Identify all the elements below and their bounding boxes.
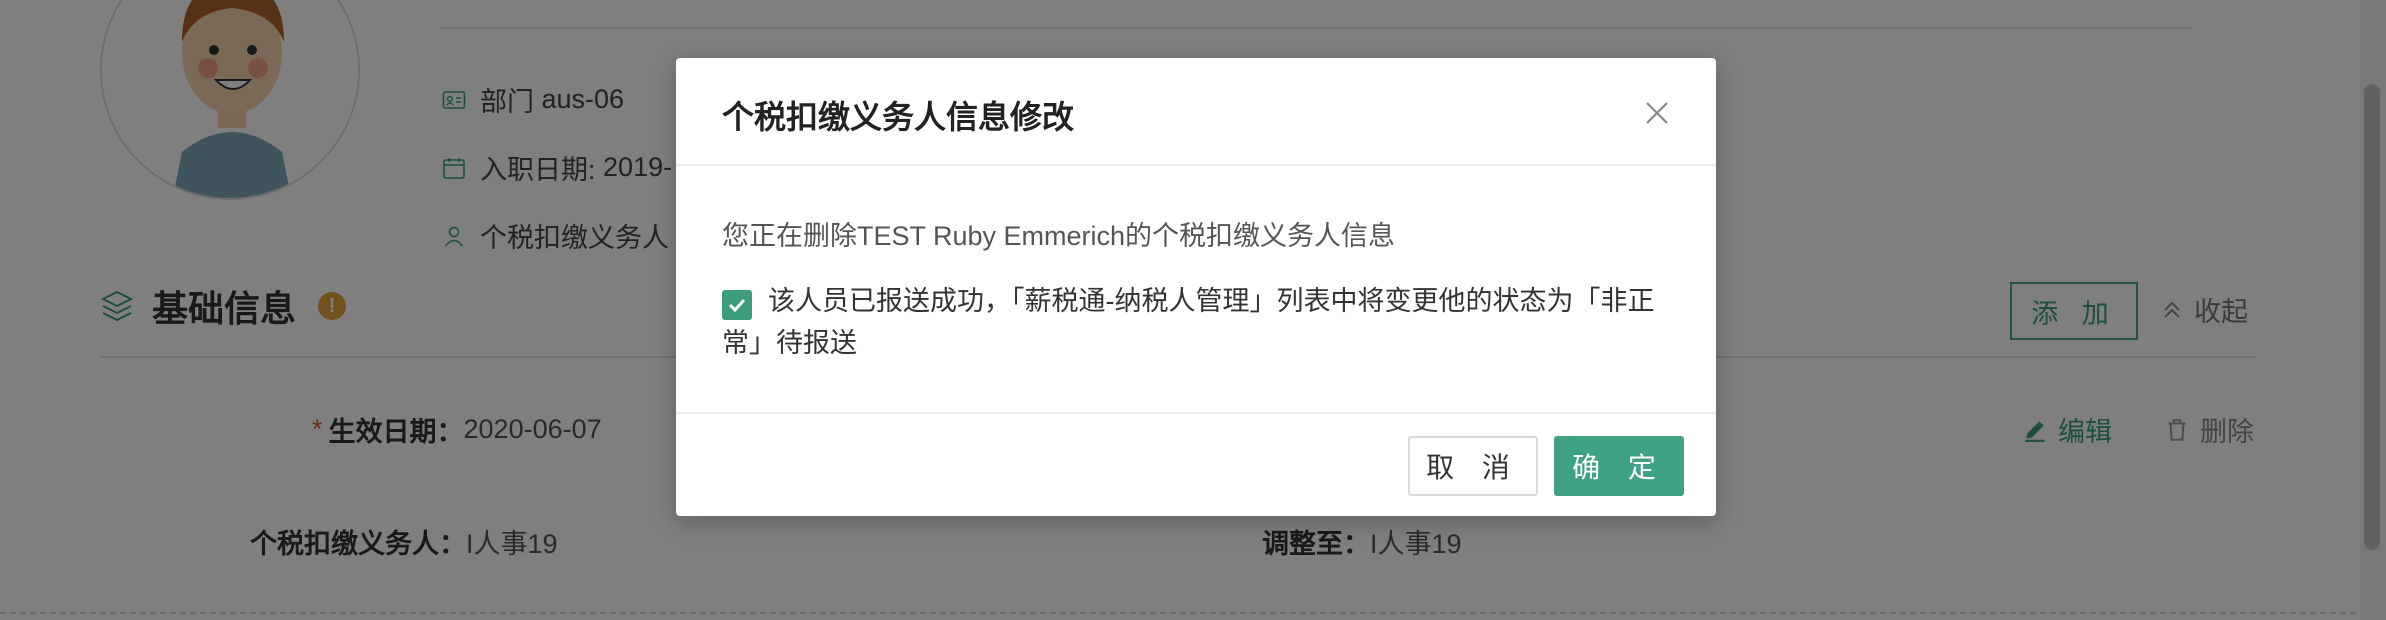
confirm-button[interactable]: 确 定 — [1554, 436, 1684, 496]
close-icon[interactable] — [1642, 98, 1672, 128]
report-status-text: 该人员已报送成功，「薪税通-纳税人管理」列表中将变更他的状态为「非正常」待报送 — [722, 286, 1655, 358]
check-icon — [728, 298, 746, 313]
dialog-title: 个税扣缴义务人信息修改 — [722, 99, 1075, 135]
delete-message: 您正在删除TEST Ruby Emmerich的个税扣缴义务人信息 — [722, 221, 1396, 251]
report-status-checkbox[interactable] — [722, 290, 752, 320]
withholder-edit-dialog: 个税扣缴义务人信息修改 您正在删除TEST Ruby Emmerich的个税扣缴… — [676, 58, 1716, 516]
cancel-button[interactable]: 取 消 — [1408, 436, 1538, 496]
dialog-header: 个税扣缴义务人信息修改 — [676, 58, 1716, 166]
dialog-footer: 取 消 确 定 — [676, 412, 1716, 516]
report-status-checkbox-row: 该人员已报送成功，「薪税通-纳税人管理」列表中将变更他的状态为「非正常」待报送 — [722, 280, 1662, 364]
